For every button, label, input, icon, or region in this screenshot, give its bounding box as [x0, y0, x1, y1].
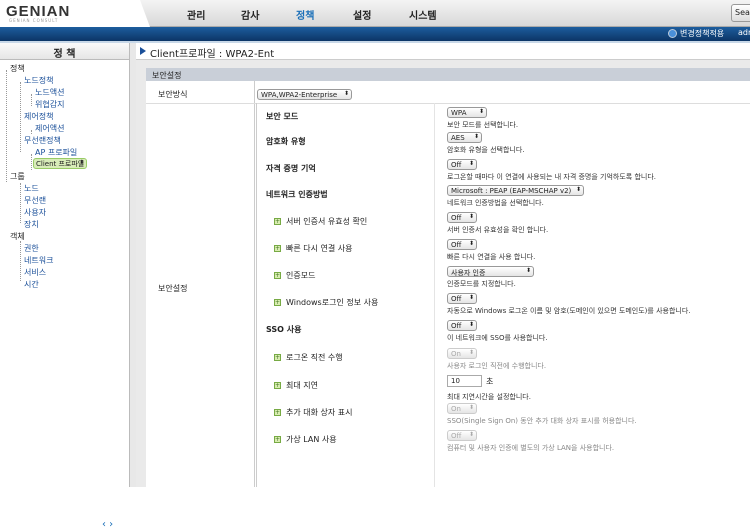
tree-node-group[interactable]: 그룹 [10, 171, 25, 182]
tree-node-node[interactable]: 노드 [24, 183, 39, 194]
pre-logon-select[interactable]: On [447, 348, 477, 359]
breadcrumb: Client프로파일 : WPA2-Ent [136, 43, 750, 60]
security-settings-label: 보안설정 [158, 284, 188, 293]
tree-node-control-action[interactable]: 제어액션 [35, 123, 64, 134]
logo-subtitle: GENIAN CONSULT [9, 18, 59, 23]
apply-policy-link[interactable]: 변경정책적용 [680, 28, 724, 39]
menu-settings[interactable]: 설정 [353, 7, 371, 22]
windows-login-info-select[interactable]: Off [447, 293, 477, 304]
fast-reconnect-label: 빠른 다시 연결 사용 [286, 244, 353, 253]
search-button[interactable]: Sear [731, 4, 750, 22]
tree-node-time[interactable]: 시간 [24, 279, 39, 290]
windows-login-info-expand-icon: + [274, 299, 281, 306]
tree-node-permission[interactable]: 권한 [24, 243, 39, 254]
sidebar: 정 책 정책 노드정책 노드액션 위협감지 제어정책 제어액션 무선랜정책 AP… [0, 43, 130, 530]
security-mode-select[interactable]: WPA [447, 107, 487, 118]
fast-reconnect-select[interactable]: Off [447, 239, 477, 250]
security-method-label: 보안방식 [158, 90, 188, 99]
max-delay-unit: 초 [486, 377, 494, 386]
page-title: Client프로파일 : WPA2-Ent [150, 49, 275, 60]
virtual-lan-select[interactable]: Off [447, 430, 477, 441]
encryption-type-label: 암호화 유형 [266, 137, 306, 146]
virtual-lan-expand-icon: + [274, 436, 281, 443]
max-delay-description: 최대 지연시간을 설정합니다. [447, 393, 531, 401]
tree-node-threat-detect[interactable]: 위협감지 [35, 99, 64, 110]
network-auth-method-label: 네트워크 인증방법 [266, 190, 328, 199]
auth-mode-description: 인증모드를 지정합니다. [447, 280, 516, 288]
security-method-select[interactable]: WPA,WPA2-Enterprise [257, 89, 352, 100]
tree-node-network[interactable]: 네트워크 [24, 255, 53, 266]
security-form: 보안방식 WPA,WPA2-Enterprise 보안설정 보안 모드 WPA 보안… [146, 81, 750, 487]
extra-dialog-expand-icon: + [274, 409, 281, 416]
tree-node-service[interactable]: 서비스 [24, 267, 46, 278]
network-auth-method-description: 네트워크 인증방법을 선택합니다. [447, 199, 544, 207]
remember-credentials-label: 자격 증명 기억 [266, 164, 316, 173]
pre-logon-label: 로그온 직전 수행 [286, 353, 343, 362]
menu-system[interactable]: 시스템 [409, 7, 437, 22]
auth-mode-label: 인증모드 [286, 271, 316, 280]
tree-node-object[interactable]: 객체 [10, 231, 25, 242]
user-name[interactable]: adm [738, 28, 750, 37]
server-cert-validate-description: 서버 인증서 유효성을 확인 합니다. [447, 226, 549, 234]
max-delay-expand-icon: + [274, 382, 281, 389]
sso-use-label: SSO 사용 [266, 325, 302, 334]
extra-dialog-label: 추가 대화 상자 표시 [286, 408, 353, 417]
sidebar-title: 정 책 [0, 43, 129, 60]
breadcrumb-arrow-icon [140, 47, 146, 55]
fast-reconnect-description: 빠른 다시 연결을 사용 합니다. [447, 253, 536, 261]
menu-audit[interactable]: 감사 [241, 7, 259, 22]
remember-credentials-description: 로그온할 때마다 이 연결에 사용되는 내 자격 증명을 기억하도록 합니다. [447, 173, 657, 181]
fast-reconnect-expand-icon: + [274, 245, 281, 252]
status-bar [0, 27, 750, 41]
encryption-type-select[interactable]: AES [447, 132, 482, 143]
sso-use-select[interactable]: Off [447, 320, 477, 331]
tree-node-device[interactable]: 장치 [24, 219, 39, 230]
menu-manage[interactable]: 관리 [187, 7, 205, 22]
section-header: 보안설정 [146, 68, 750, 81]
tree-node-control-policy[interactable]: 제어정책 [24, 111, 53, 122]
max-delay-input[interactable]: 10 [447, 375, 482, 387]
menu-policy[interactable]: 정책 [296, 7, 314, 22]
windows-login-info-label: Windows로그인 정보 사용 [286, 298, 379, 307]
server-cert-validate-select[interactable]: Off [447, 212, 477, 223]
network-auth-method-select[interactable]: Microsoft : PEAP (EAP-MSCHAP v2) [447, 185, 584, 196]
server-cert-validate-expand-icon: + [274, 218, 281, 225]
apply-policy-icon[interactable] [668, 29, 677, 38]
main-content: Client프로파일 : WPA2-Ent 보안설정 보안방식 WPA,WPA2… [136, 43, 750, 487]
tree-node-policy[interactable]: 정책 [10, 63, 25, 74]
top-menu-bar: GENIAN GENIAN CONSULT 관리 감사 정책 설정 시스템 Se… [0, 0, 750, 27]
tree-node-node-action[interactable]: 노드액션 [35, 87, 64, 98]
auth-mode-expand-icon: + [274, 272, 281, 279]
virtual-lan-description: 컴퓨터 및 사용자 인증에 별도의 가상 LAN을 사용합니다. [447, 444, 615, 452]
tree-node-node-policy[interactable]: 노드정책 [24, 75, 53, 86]
sidebar-scroll-arrows-icon[interactable]: ‹ › [102, 519, 113, 530]
tree-node-wlan-policy[interactable]: 무선랜정책 [24, 135, 61, 146]
security-mode-description: 보안 모드를 선택합니다. [447, 121, 519, 129]
virtual-lan-label: 가상 LAN 사용 [286, 435, 337, 444]
extra-dialog-select[interactable]: On [447, 403, 477, 414]
remember-credentials-select[interactable]: Off [447, 159, 477, 170]
tree-node-ap-profile[interactable]: AP 프로파일 [35, 147, 77, 158]
tree-node-wlan[interactable]: 무선랜 [24, 195, 46, 206]
security-mode-label: 보안 모드 [266, 112, 299, 121]
pre-logon-description: 사용자 로그인 직전에 수행합니다. [447, 362, 547, 370]
pre-logon-expand-icon: + [274, 354, 281, 361]
auth-mode-select[interactable]: 사용자 인증 [447, 266, 534, 277]
windows-login-info-description: 자동으로 Windows 로그온 이름 및 암호(도메인이 있으면 도메인도)를… [447, 307, 691, 315]
server-cert-validate-label: 서버 인증서 유효성 확인 [286, 217, 368, 226]
encryption-type-description: 암호화 유형을 선택합니다. [447, 146, 525, 154]
tree-node-user[interactable]: 사용자 [24, 207, 46, 218]
max-delay-label: 최대 지연 [286, 381, 318, 390]
extra-dialog-description: SSO(Single Sign On) 동안 추가 대화 상자 표시를 허용합니… [447, 417, 637, 425]
logo-area: GENIAN GENIAN CONSULT [0, 0, 150, 27]
sso-use-description: 이 네트워크에 SSO를 사용합니다. [447, 334, 548, 342]
tree-node-client-profile[interactable]: Client 프로파일 [33, 158, 88, 169]
